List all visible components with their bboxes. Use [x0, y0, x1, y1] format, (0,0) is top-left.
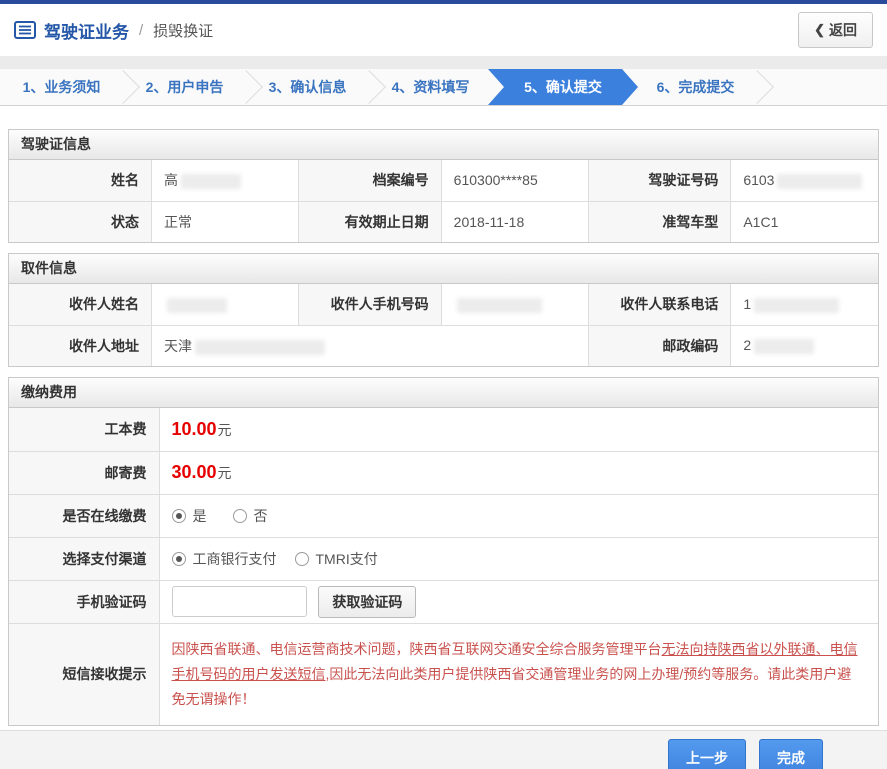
- recipient-name-label: 收件人姓名: [8, 283, 153, 326]
- step-6-complete[interactable]: 6、完成提交: [634, 69, 757, 105]
- radio-label: TMRI支付: [315, 550, 378, 567]
- online-pay-no-radio[interactable]: 否: [232, 506, 268, 526]
- fee-unit: 元: [217, 465, 232, 481]
- online-pay-yes-radio[interactable]: 是: [171, 506, 207, 526]
- table-row: 选择支付渠道 工商银行支付 TMRI支付: [8, 536, 879, 581]
- table-row: 手机验证码 获取验证码: [8, 579, 879, 624]
- recipient-name-value: [151, 283, 300, 326]
- production-fee-value: 10.00元: [158, 407, 879, 452]
- step-5-confirm-submit-active[interactable]: 5、确认提交: [488, 69, 638, 105]
- redacted-blur: [777, 173, 863, 189]
- file-number-label: 档案编号: [298, 159, 442, 202]
- recipient-mobile-value: [440, 283, 589, 326]
- status-label: 状态: [8, 200, 153, 243]
- radio-unchecked-icon[interactable]: [294, 551, 309, 566]
- table-row: 邮寄费 30.00元: [8, 450, 879, 495]
- mailing-fee-label: 邮寄费: [8, 450, 160, 495]
- table-row: 工本费 10.00元: [8, 407, 879, 452]
- mailing-fee-value: 30.00元: [158, 450, 879, 495]
- radio-label: 是: [192, 507, 207, 524]
- redacted-blur: [167, 297, 228, 313]
- name-value: 高: [151, 159, 300, 202]
- back-button-label: 返回: [829, 22, 857, 38]
- pay-channel-label: 选择支付渠道: [8, 536, 160, 581]
- finish-button[interactable]: 完成: [759, 738, 823, 769]
- sms-notice-label: 短信接收提示: [8, 622, 160, 725]
- radio-label: 否: [253, 507, 268, 524]
- breadcrumb-separator: /: [139, 21, 144, 39]
- file-number-value: 610300****85: [440, 159, 589, 202]
- sms-code-label: 手机验证码: [8, 579, 160, 624]
- step-3-confirm-info[interactable]: 3、确认信息: [246, 69, 369, 105]
- table-row: 收件人姓名 收件人手机号码 收件人联系电话 1: [8, 283, 879, 326]
- pickup-info-section: 取件信息 收件人姓名 收件人手机号码 收件人联系电话 1 收件人地址 天津 邮政…: [8, 253, 879, 367]
- recipient-address-value: 天津: [151, 324, 589, 367]
- step-2-declaration[interactable]: 2、用户申告: [123, 69, 246, 105]
- status-value: 正常: [151, 200, 300, 243]
- step-wizard: 1、业务须知 2、用户申告 3、确认信息 4、资料填写 5、确认提交 6、完成提…: [0, 69, 887, 106]
- name-label: 姓名: [8, 159, 153, 202]
- table-row: 姓名 高 档案编号 610300****85 驾驶证号码 6103: [8, 159, 879, 202]
- recipient-phone-value: 1: [730, 283, 879, 326]
- table-row: 状态 正常 有效期止日期 2018-11-18 准驾车型 A1C1: [8, 200, 879, 243]
- table-row: 收件人地址 天津 邮政编码 2: [8, 324, 879, 367]
- license-info-section: 驾驶证信息 姓名 高 档案编号 610300****85 驾驶证号码 6103 …: [8, 129, 879, 243]
- back-button[interactable]: ❮ 返回: [798, 12, 873, 48]
- postal-code-label: 邮政编码: [587, 324, 732, 367]
- get-code-button[interactable]: 获取验证码: [318, 585, 417, 618]
- table-row: 是否在线缴费 是 否: [8, 493, 879, 538]
- step-4-fill-data[interactable]: 4、资料填写: [369, 69, 492, 105]
- production-fee-amount: 10.00: [171, 418, 217, 439]
- vehicle-class-value: A1C1: [730, 200, 879, 243]
- recipient-address-label: 收件人地址: [8, 324, 153, 367]
- footer-action-bar: 上一步 完成: [0, 729, 887, 769]
- redacted-blur: [754, 297, 840, 313]
- step-1-notice[interactable]: 1、业务须知: [0, 69, 123, 105]
- list-icon: [14, 21, 36, 39]
- recipient-mobile-label: 收件人手机号码: [298, 283, 442, 326]
- redacted-blur: [181, 174, 242, 190]
- license-number-value: 6103: [730, 159, 879, 202]
- radio-unchecked-icon[interactable]: [232, 508, 247, 523]
- fee-unit: 元: [217, 421, 232, 438]
- channel-tmri-radio[interactable]: TMRI支付: [294, 549, 378, 569]
- chevron-left-icon: ❮: [814, 22, 825, 37]
- redacted-blur: [456, 297, 542, 313]
- sms-notice-text: 因陕西省联通、电信运营商技术问题，陕西省互联网交通安全综合服务管理平台无法向持陕…: [171, 640, 858, 707]
- license-section-title: 驾驶证信息: [9, 130, 878, 160]
- license-number-label: 驾驶证号码: [587, 159, 732, 202]
- pickup-section-title: 取件信息: [9, 254, 878, 284]
- online-pay-label: 是否在线缴费: [8, 493, 160, 538]
- radio-checked-icon[interactable]: [171, 508, 186, 523]
- page-title: 驾驶证业务: [44, 22, 129, 42]
- redacted-blur: [195, 339, 326, 355]
- breadcrumb-current: 损毁换证: [153, 22, 214, 40]
- expiry-date-value: 2018-11-18: [440, 200, 589, 243]
- radio-label: 工商银行支付: [192, 550, 277, 567]
- page-header: 驾驶证业务 / 损毁换证 ❮ 返回: [0, 4, 887, 56]
- redacted-blur: [754, 339, 815, 355]
- vehicle-class-label: 准驾车型: [587, 200, 732, 243]
- header-divider: [0, 56, 887, 69]
- table-row: 短信接收提示 因陕西省联通、电信运营商技术问题，陕西省互联网交通安全综合服务管理…: [8, 622, 879, 725]
- mailing-fee-amount: 30.00: [171, 462, 217, 482]
- production-fee-label: 工本费: [8, 407, 160, 452]
- payment-section-title: 缴纳费用: [9, 378, 878, 408]
- payment-section: 缴纳费用 工本费 10.00元 邮寄费 30.00元 是否在线缴费 是 否 选择…: [8, 377, 879, 726]
- channel-icbc-radio[interactable]: 工商银行支付: [171, 549, 277, 569]
- sms-code-input[interactable]: [171, 586, 307, 617]
- radio-checked-icon[interactable]: [171, 551, 186, 566]
- previous-step-button[interactable]: 上一步: [668, 738, 746, 769]
- recipient-phone-label: 收件人联系电话: [587, 283, 732, 326]
- postal-code-value: 2: [730, 324, 879, 367]
- steps-filler: [757, 69, 887, 105]
- expiry-date-label: 有效期止日期: [298, 200, 442, 243]
